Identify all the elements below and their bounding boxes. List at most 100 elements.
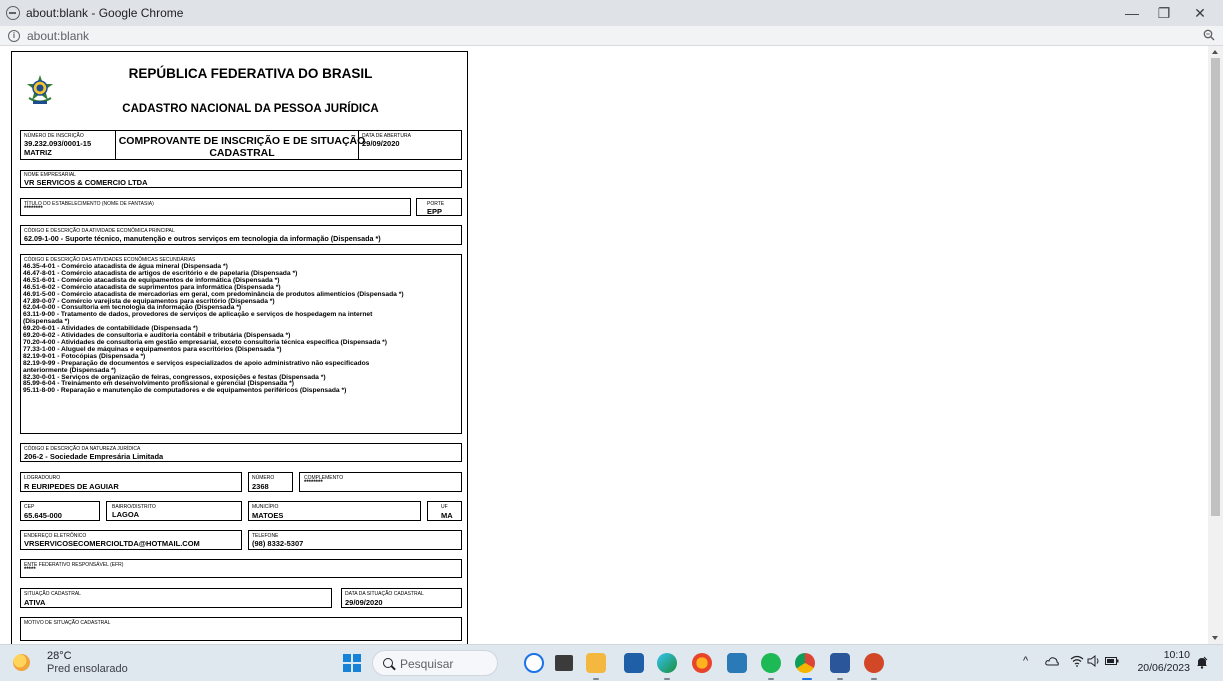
municipio-label: MUNICÍPIO — [252, 504, 279, 510]
numero-value: 2368 — [252, 482, 269, 491]
municipio-box: MUNICÍPIO MATOES — [248, 501, 421, 521]
powerpoint-icon[interactable] — [864, 653, 884, 673]
logradouro-label: LOGRADOURO — [24, 475, 61, 481]
amazon-app-icon[interactable] — [727, 653, 747, 673]
secundaria-item: 95.11-8-00 - Reparação e manutenção de c… — [23, 387, 347, 395]
address-bar[interactable]: i about:blank — [0, 26, 1223, 46]
page-favicon-icon — [6, 6, 20, 20]
show-hidden-icons-chevron-icon[interactable]: ^ — [1023, 655, 1028, 667]
cnpj-document: REPÚBLICA FEDERATIVA DO BRASIL CADASTRO … — [11, 51, 468, 644]
comprovante-title-line2: CADASTRAL — [209, 147, 275, 159]
abertura-divider — [358, 131, 359, 159]
email-value: VRSERVICOSECOMERCIOLTDA@HOTMAIL.COM — [24, 539, 200, 548]
motivo-box: MOTIVO DE SITUAÇÃO CADASTRAL — [20, 617, 462, 641]
firefox-icon[interactable] — [692, 653, 712, 673]
word-icon[interactable] — [830, 653, 850, 673]
atividades-secundarias-box: CÓDIGO E DESCRIÇÃO DAS ATIVIDADES ECONÔM… — [20, 254, 462, 434]
weather-sun-icon[interactable] — [13, 654, 30, 671]
wifi-icon[interactable] — [1070, 655, 1084, 667]
scroll-up-arrow-icon[interactable] — [1212, 50, 1218, 54]
weather-description[interactable]: Pred ensolarado — [47, 663, 128, 675]
natureza-value: 206-2 - Sociedade Empresária Limitada — [24, 452, 164, 461]
motivo-label: MOTIVO DE SITUAÇÃO CADASTRAL — [24, 620, 111, 626]
file-explorer-running-indicator — [593, 678, 599, 680]
clock-time: 10:10 — [1163, 649, 1190, 661]
bing-app-icon[interactable] — [524, 653, 544, 673]
fantasia-value: ******** — [24, 206, 43, 212]
fantasia-label: TÍTULO DO ESTABELECIMENTO (NOME DE FANTA… — [24, 201, 154, 207]
data-situacao-value: 29/09/2020 — [345, 598, 383, 607]
mail-app-icon[interactable] — [624, 653, 644, 673]
uf-label: UF — [441, 504, 448, 510]
efr-box: ENTE FEDERATIVO RESPONSÁVEL (EFR) ***** — [20, 559, 462, 578]
situacao-box: SITUAÇÃO CADASTRAL ATIVA — [20, 588, 332, 608]
secundaria-item: 63.11-9-00 - Tratamento de dados, proved… — [23, 311, 373, 319]
bairro-value: LAGOA — [112, 510, 140, 519]
telefone-box: TELEFONE (98) 8332-5307 — [248, 530, 462, 550]
scroll-down-arrow-icon[interactable] — [1212, 636, 1218, 640]
bairro-box: BAIRRO/DISTRITO LAGOA — [106, 501, 242, 521]
spotify-running-indicator — [768, 678, 774, 680]
porte-value: EPP — [427, 207, 443, 216]
cep-value: 65.645-000 — [24, 511, 62, 520]
complemento-value: ******** — [304, 480, 323, 486]
comprovante-title: COMPROVANTE DE INSCRIÇÃO E DE SITUAÇÃO C… — [117, 135, 367, 159]
windows-start-icon[interactable] — [343, 654, 361, 672]
zoom-icon[interactable] — [1203, 29, 1215, 41]
site-info-icon[interactable]: i — [8, 29, 20, 42]
email-box: ENDEREÇO ELETRÔNICO VRSERVICOSECOMERCIOL… — [20, 530, 242, 550]
nome-empresarial-box: NOME EMPRESARIAL VR SERVICOS & COMERCIO … — [20, 170, 462, 188]
republic-heading: REPÚBLICA FEDERATIVA DO BRASIL — [128, 66, 373, 81]
atividade-principal-box: CÓDIGO E DESCRIÇÃO DA ATIVIDADE ECONÔMIC… — [20, 225, 462, 245]
file-explorer-icon[interactable] — [586, 653, 606, 673]
onedrive-cloud-icon[interactable] — [1045, 655, 1059, 667]
word-running-indicator — [837, 678, 843, 680]
edge-running-indicator — [664, 678, 670, 680]
task-view-icon[interactable] — [555, 655, 573, 671]
efr-value: ***** — [24, 567, 36, 573]
taskbar-search-box[interactable]: Pesquisar — [372, 650, 498, 676]
data-situacao-label: DATA DA SITUAÇÃO CADASTRAL — [345, 591, 424, 597]
uf-value: MA — [441, 511, 453, 520]
situacao-label: SITUAÇÃO CADASTRAL — [24, 591, 81, 597]
inscricao-divider — [115, 131, 116, 159]
fantasia-box: TÍTULO DO ESTABELECIMENTO (NOME DE FANTA… — [20, 198, 411, 216]
numero-box: NÚMERO 2368 — [248, 472, 293, 492]
system-clock[interactable]: 10:10 20/06/2023 — [1130, 649, 1190, 675]
comprovante-title-line1: COMPROVANTE DE INSCRIÇÃO E DE SITUAÇÃO — [118, 135, 366, 147]
cep-label: CEP — [24, 504, 35, 510]
telefone-value: (98) 8332-5307 — [252, 539, 304, 548]
close-button[interactable]: ✕ — [1177, 0, 1223, 26]
spotify-icon[interactable] — [761, 653, 781, 673]
secundarias-list: 46.35-4-01 - Comércio atacadista de água… — [23, 263, 404, 395]
edge-icon[interactable] — [657, 653, 677, 673]
principal-value: 62.09-1-00 - Suporte técnico, manutenção… — [24, 234, 381, 243]
porte-box: PORTE EPP — [416, 198, 462, 216]
inscricao-value: 39.232.093/0001-15 — [24, 139, 92, 148]
url-text[interactable]: about:blank — [27, 29, 89, 43]
page-viewport: REPÚBLICA FEDERATIVA DO BRASIL CADASTRO … — [0, 46, 1223, 644]
logradouro-box: LOGRADOURO R EURIPEDES DE AGUIAR — [20, 472, 242, 492]
notifications-bell-icon[interactable] — [1196, 656, 1208, 669]
matriz-value: MATRIZ — [24, 148, 52, 157]
situacao-value: ATIVA — [24, 598, 46, 607]
windows-taskbar: 28°C Pred ensolarado Pesquisar ^ 10:10 2… — [0, 644, 1223, 681]
complemento-box: COMPLEMENTO ******** — [299, 472, 462, 492]
data-situacao-box: DATA DA SITUAÇÃO CADASTRAL 29/09/2020 — [341, 588, 462, 608]
weather-temperature[interactable]: 28°C — [47, 650, 72, 662]
municipio-value: MATOES — [252, 511, 284, 520]
cep-box: CEP 65.645-000 — [20, 501, 100, 521]
volume-icon[interactable] — [1087, 655, 1101, 667]
battery-icon[interactable] — [1105, 655, 1119, 667]
nome-value: VR SERVICOS & COMERCIO LTDA — [24, 178, 148, 187]
vertical-scrollbar[interactable] — [1208, 46, 1223, 644]
search-placeholder: Pesquisar — [400, 657, 454, 671]
chrome-icon[interactable] — [795, 653, 815, 673]
logradouro-value: R EURIPEDES DE AGUIAR — [24, 482, 119, 491]
inscricao-box: NÚMERO DE INSCRIÇÃO 39.232.093/0001-15 M… — [20, 130, 462, 160]
numero-label: NÚMERO — [252, 475, 275, 481]
powerpoint-running-indicator — [871, 678, 877, 680]
window-title: about:blank - Google Chrome — [26, 6, 184, 20]
scrollbar-thumb[interactable] — [1211, 58, 1220, 516]
search-icon — [383, 658, 393, 668]
